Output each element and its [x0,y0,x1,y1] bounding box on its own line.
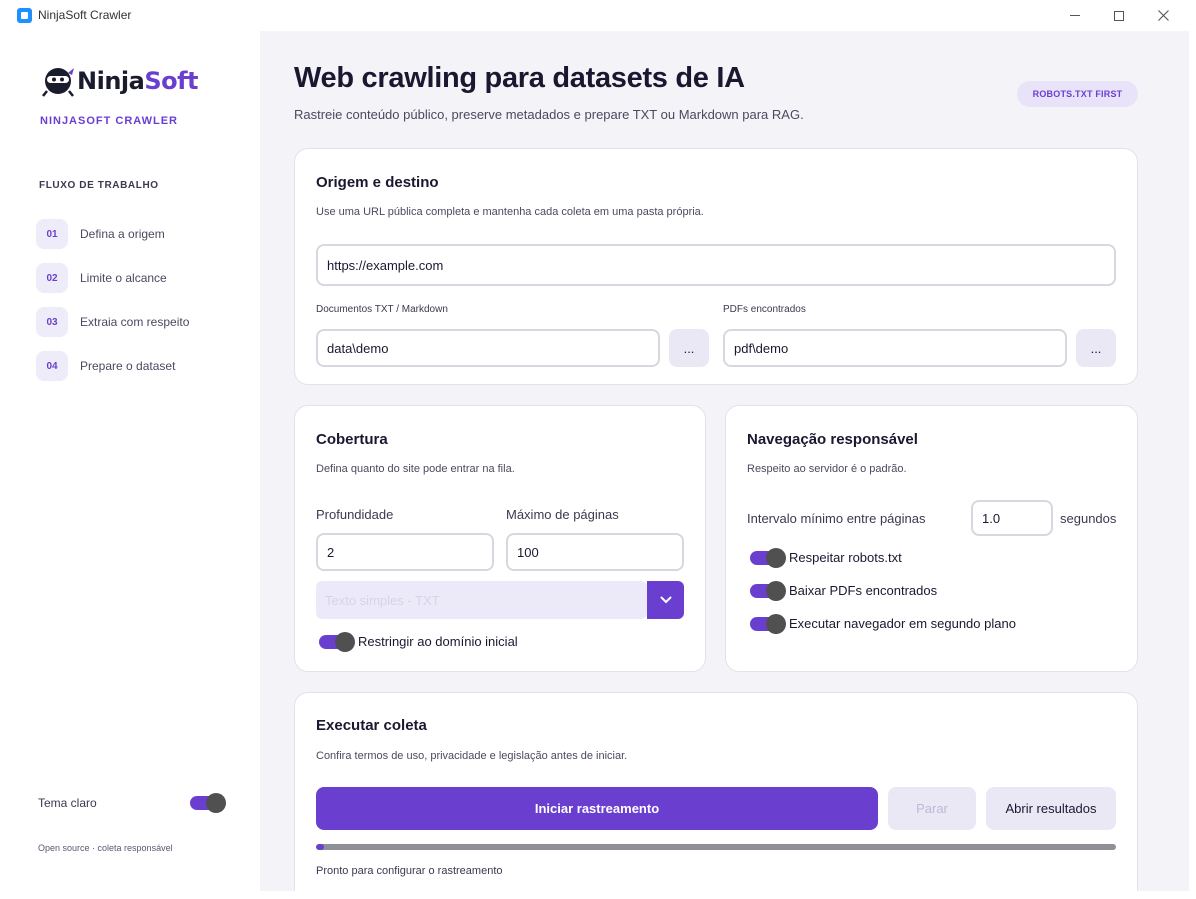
sidebar-footer: Open source · coleta responsável [38,843,173,853]
toggle-knob [206,793,226,813]
step-label: Extraia com respeito [80,315,190,329]
url-input[interactable]: https://example.com [316,244,1116,286]
step-label: Limite o alcance [80,271,167,285]
toggle-knob [766,581,786,601]
restrict-domain-label: Restringir ao domínio inicial [358,634,518,649]
coverage-card: Cobertura Defina quanto do site pode ent… [294,405,706,672]
coverage-description: Defina quanto do site pode entrar na fil… [316,463,515,475]
theme-toggle[interactable] [190,793,226,813]
pdf-folder-label: PDFs encontrados [723,304,806,315]
docs-folder-input[interactable]: data\demo [316,329,660,367]
progress-fill [316,844,324,850]
execute-description: Confira termos de uso, privacidade e leg… [316,750,628,762]
minimize-icon [1070,15,1080,16]
open-results-button[interactable]: Abrir resultados [986,787,1116,830]
headless-browser-label: Executar navegador em segundo plano [789,616,1016,631]
page-title: Web crawling para datasets de IA [294,62,745,94]
workflow-step-1: 01 Defina a origem [36,219,246,249]
max-pages-input[interactable]: 100 [506,533,684,571]
coverage-title: Cobertura [316,431,388,448]
max-pages-label: Máximo de páginas [506,507,619,522]
app-icon [17,8,32,23]
workflow-step-2: 02 Limite o alcance [36,263,246,293]
workflow-step-3: 03 Extraia com respeito [36,307,246,337]
origin-card: Origem e destino Use uma URL pública com… [294,148,1138,385]
minimize-button[interactable] [1052,0,1098,31]
execute-title: Executar coleta [316,717,427,734]
interval-label: Intervalo mínimo entre páginas [747,511,926,526]
navigation-card: Navegação responsável Respeito ao servid… [725,405,1138,672]
stop-button[interactable]: Parar [888,787,976,830]
interval-input[interactable]: 1.0 [971,500,1053,536]
main-content: Web crawling para datasets de IA Rastrei… [260,31,1189,891]
sidebar: NinjaSoft NINJASOFT CRAWLER FLUXO DE TRA… [8,31,260,891]
headless-browser-toggle[interactable] [750,614,786,634]
progress-bar [316,844,1116,850]
download-pdfs-toggle[interactable] [750,581,786,601]
window-frame-bottom [0,891,1196,899]
toggle-knob [766,614,786,634]
depth-input[interactable]: 2 [316,533,494,571]
navigation-title: Navegação responsável [747,431,918,448]
chevron-down-icon [660,596,671,604]
format-select[interactable]: Texto simples - TXT [316,581,647,619]
logo-text-accent: Soft [144,67,199,95]
workflow-step-4: 04 Prepare o dataset [36,351,246,381]
interval-unit: segundos [1060,511,1117,526]
step-number: 02 [36,263,68,293]
maximize-button[interactable] [1096,0,1142,31]
download-pdfs-label: Baixar PDFs encontrados [789,583,938,598]
ninjasoft-logo: NinjaSoft [41,63,221,99]
workflow-title: FLUXO DE TRABALHO [39,180,159,191]
execute-card: Executar coleta Confira termos de uso, p… [294,692,1138,891]
navigation-description: Respeito ao servidor é o padrão. [747,463,907,475]
logo-text-dark: Ninja [77,67,145,95]
close-icon [1157,10,1169,21]
format-select-toggle[interactable] [647,581,684,619]
brand-subtitle: NINJASOFT CRAWLER [40,115,178,127]
robots-toggle[interactable] [750,548,786,568]
window-title: NinjaSoft Crawler [38,8,132,22]
browse-pdf-button[interactable]: ... [1076,329,1116,367]
robots-toggle-label: Respeitar robots.txt [789,550,902,565]
toggle-knob [335,632,355,652]
maximize-icon [1114,10,1124,21]
page-subtitle: Rastreie conteúdo público, preserve meta… [294,107,804,122]
step-label: Defina a origem [80,227,165,241]
origin-title: Origem e destino [316,174,439,191]
title-bar: NinjaSoft Crawler [0,0,1196,31]
pdf-folder-input[interactable]: pdf\demo [723,329,1067,367]
start-crawl-button[interactable]: Iniciar rastreamento [316,787,878,830]
ninja-mascot-icon [42,68,74,97]
browse-docs-button[interactable]: ... [669,329,709,367]
theme-toggle-label: Tema claro [38,796,97,810]
restrict-domain-toggle[interactable] [319,632,355,652]
step-number: 01 [36,219,68,249]
origin-description: Use uma URL pública completa e mantenha … [316,206,704,218]
close-button[interactable] [1140,0,1186,31]
step-number: 03 [36,307,68,337]
robots-badge: ROBOTS.TXT FIRST [1017,81,1138,107]
docs-folder-label: Documentos TXT / Markdown [316,304,448,315]
depth-label: Profundidade [316,507,394,522]
step-label: Prepare o dataset [80,359,176,373]
status-text: Pronto para configurar o rastreamento [316,865,503,877]
window-frame-right [1189,31,1196,899]
toggle-knob [766,548,786,568]
step-number: 04 [36,351,68,381]
